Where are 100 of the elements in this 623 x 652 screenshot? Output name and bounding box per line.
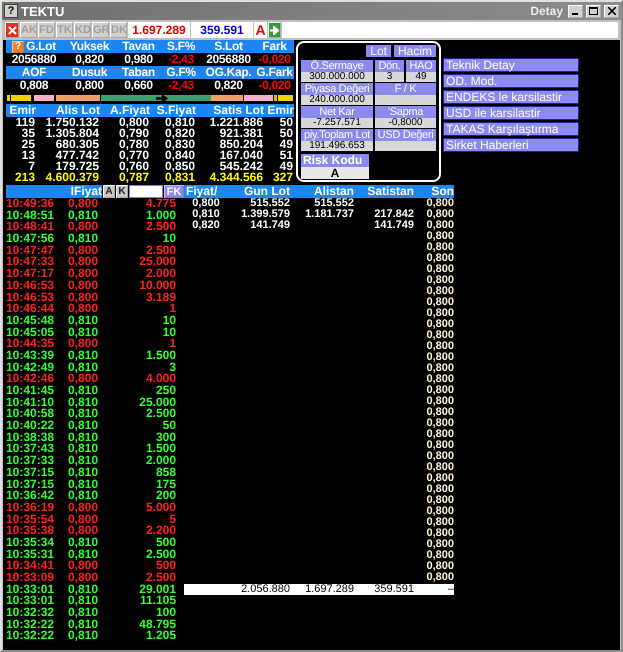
stat-label: G.F% [160, 66, 202, 79]
maximize-button[interactable] [586, 4, 601, 18]
table-cell-text: 0,810 [164, 117, 195, 128]
trade-price: 0,810 [68, 362, 100, 374]
table-cell-text: 141.749 [249, 220, 290, 231]
menu-button[interactable]: Teknik Detay [443, 58, 579, 72]
column-header: A.Fiyat [100, 104, 150, 117]
toggle-button[interactable]: Lot [366, 45, 391, 57]
field-value: 3 [375, 72, 404, 82]
trade-price: 0,800 [68, 256, 100, 268]
trade-lot: 100 [154, 607, 176, 619]
field-value: -7.257.571 [301, 118, 373, 128]
table-cell-text: 217.842 [373, 209, 414, 220]
total-cell-text: 0,831 [164, 172, 196, 183]
trade-lot: 2.500 [146, 244, 176, 256]
sell-total: 359.591 [191, 22, 253, 38]
trade-price: 0,810 [68, 584, 100, 596]
go-button[interactable] [268, 22, 281, 38]
trade-price: 0,810 [68, 466, 100, 479]
trade-time: 10:47:47 [6, 244, 56, 256]
table-cell-text: 0,800 [425, 198, 454, 209]
filter-button[interactable]: FK [164, 185, 184, 198]
trade-lot: 1 [169, 303, 176, 315]
trade-time: 10:35:34 [6, 536, 56, 549]
trade-price: 0,810 [68, 420, 100, 432]
menu-button[interactable]: USD ile karsilastir [443, 106, 579, 120]
trade-time: 10:33:01 [6, 595, 56, 608]
trade-lot: 2.500 [144, 548, 176, 560]
trade-lot: 4.000 [144, 373, 176, 386]
table-cell-text: 1.750.132 [44, 117, 100, 128]
minimize-button[interactable] [568, 4, 583, 18]
stat-label: OG.Kap. [202, 66, 255, 79]
table-cell-text: 0,770 [118, 150, 150, 161]
trade-price: 0,810 [68, 396, 100, 408]
trade-lot: 500 [156, 560, 176, 572]
stat-label: G.Lot [26, 40, 56, 53]
table-cell-text: 0,830 [164, 139, 196, 150]
trade-price: 0,800 [68, 221, 100, 234]
trade-price: 0,810 [68, 210, 100, 222]
table-cell-text: 0,800 [425, 297, 454, 308]
menu-button[interactable]: TAKAS Karşılaştırma [443, 122, 579, 136]
total-cell-text: 359.591 [373, 584, 414, 595]
trade-time: 10:35:38 [6, 525, 56, 537]
menu-button[interactable]: OD. Mod. [443, 74, 579, 88]
stat-value: 0,820 [214, 79, 243, 92]
trade-lot: 250 [154, 385, 176, 397]
field-label: 'Sapma [375, 106, 436, 118]
trade-price: 0,800 [68, 502, 100, 514]
trade-time: 10:40:58 [6, 408, 56, 420]
stat-value: -0,020 [257, 79, 292, 92]
trade-lot: 2.500 [144, 572, 176, 584]
trade-time: 10:47:33 [6, 256, 56, 268]
table-cell-text: 0,800 [425, 308, 454, 319]
trade-price: 0,810 [68, 548, 100, 560]
toggle-button[interactable]: Hacim [394, 45, 436, 57]
input-field[interactable] [282, 22, 618, 38]
menu-button[interactable]: ENDEKS le karsilastir [443, 90, 579, 104]
help-button[interactable]: ? [12, 40, 24, 52]
table-cell-text: 0,800 [118, 117, 149, 128]
trade-lot: 1.500 [144, 350, 176, 362]
table-cell-text: 0,800 [425, 528, 454, 539]
filter-field[interactable] [129, 185, 163, 198]
field-label: piy.Toplam Lot [301, 129, 373, 141]
trade-time: 10:45:48 [6, 314, 56, 327]
table-cell-text: 0,810 [191, 209, 221, 220]
window-title: TEKTU [21, 4, 64, 18]
trade-time: 10:32:32 [6, 607, 56, 619]
stat-label: S.Lot [202, 40, 255, 53]
trade-lot: 2.500 [144, 221, 176, 234]
field-label: USD Değeri [375, 129, 436, 141]
trade-time: 10:38:38 [6, 432, 56, 444]
close-button[interactable] [604, 4, 619, 18]
sort-button[interactable]: A [103, 185, 115, 198]
table-cell-text: 1.221.886 [208, 117, 264, 128]
stat-label: G.Fark [255, 66, 294, 79]
close-icon [8, 26, 16, 34]
trade-price: 0,810 [68, 432, 100, 444]
trade-time: 10:44:35 [6, 338, 56, 350]
trade-time: 10:42:49 [6, 362, 56, 374]
trade-time: 10:48:51 [6, 210, 56, 222]
trade-price: 0,810 [68, 443, 100, 456]
trade-lot: 10.000 [138, 280, 176, 292]
table-cell-text: 51 [278, 150, 294, 161]
menu-button[interactable]: Sirket Haberleri [443, 138, 579, 152]
table-cell-text: 0,800 [425, 220, 454, 231]
table-cell-text: 0,800 [425, 286, 454, 297]
trade-price: 0,810 [68, 478, 100, 490]
trade-price: 0,810 [68, 595, 100, 608]
table-cell-text: 0,800 [425, 231, 454, 242]
window-menu-button[interactable]: ? [4, 4, 18, 18]
trade-price: 0,810 [68, 607, 100, 619]
column-header: Gun Lot [243, 185, 290, 198]
stat-value: 2056880 [205, 53, 252, 66]
trade-price: 0,810 [68, 233, 100, 245]
trade-lot: 2.000 [144, 268, 176, 280]
table-cell-text: 0,800 [425, 550, 454, 561]
total-cell-text: 2.056.880 [240, 584, 290, 595]
sort-button[interactable]: K [116, 185, 128, 198]
table-cell-text: 0,800 [425, 429, 454, 440]
stat-label: Dusuk [62, 66, 117, 79]
